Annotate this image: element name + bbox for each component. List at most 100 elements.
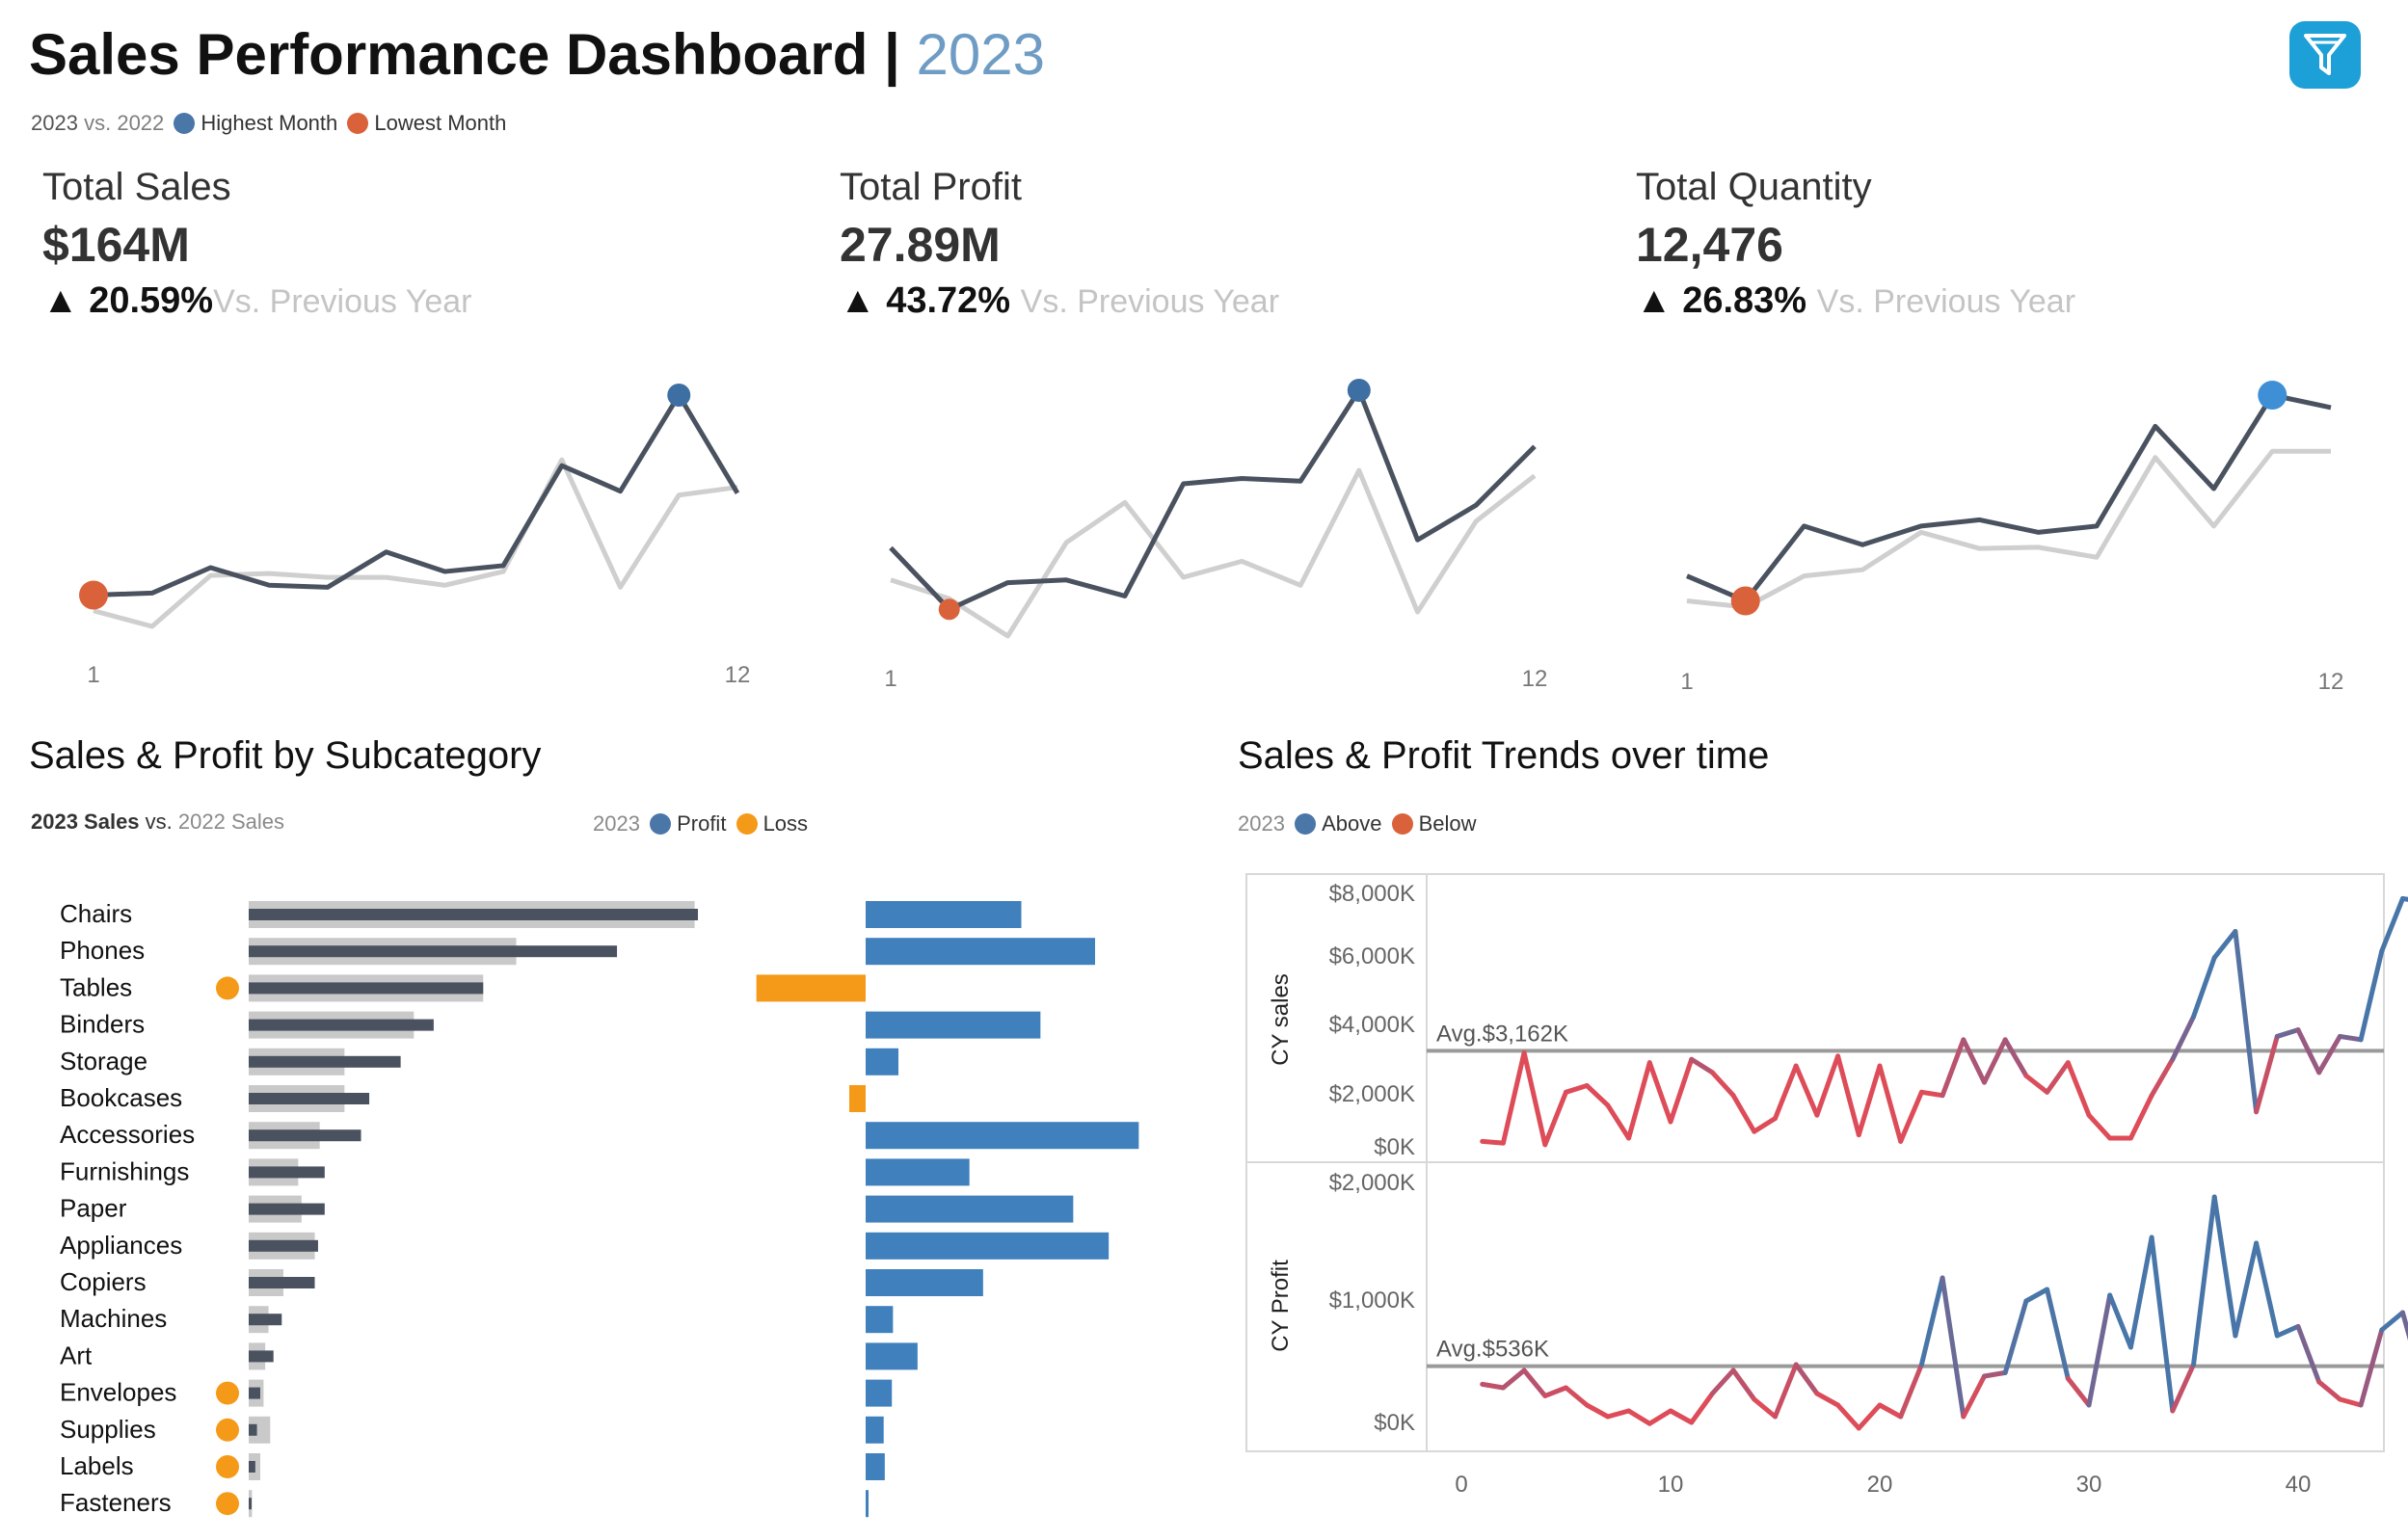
trend-line-segment: [2127, 1235, 2154, 1350]
x-tick-label: 10: [1658, 1472, 1684, 1498]
trend-line-segment: [2065, 1375, 2092, 1408]
x-tick-label: 30: [2076, 1472, 2102, 1498]
trend-line-segment: [1605, 1408, 1632, 1420]
trend-line-segment: [1646, 1060, 1673, 1125]
trend-line-segment: [1730, 1367, 1757, 1402]
trend-line-segment: [1521, 1049, 1548, 1148]
trend-line-segment: [2254, 1240, 2280, 1339]
trend-line-segment: [2127, 1093, 2154, 1141]
trend-line-segment: [1835, 1053, 1861, 1138]
trend-line-segment: [2191, 1194, 2217, 1367]
trend-line-segment: [1940, 1275, 1967, 1420]
trend-line-segment: [1856, 1063, 1883, 1138]
trend-line-segment: [1856, 1402, 1883, 1431]
trend-line-segment: [2023, 1287, 2050, 1304]
trend-line-segment: [1668, 1408, 1695, 1425]
trend-line-segment: [1542, 1385, 1568, 1398]
trend-line-segment: [1480, 1138, 1506, 1146]
trend-line-segment: [1961, 1373, 1987, 1420]
y-tick-label: $8,000K: [1329, 881, 1415, 907]
trend-line-segment: [1773, 1362, 1799, 1420]
trend-line-segment: [1542, 1089, 1568, 1148]
trend-line-segment: [1940, 1037, 1967, 1099]
average-label: Avg.$536K: [1436, 1337, 1549, 1363]
trend-line-segment: [1961, 1037, 1987, 1085]
trend-line-segment: [1982, 1037, 2008, 1085]
trend-line-segment: [1918, 1089, 1945, 1099]
trend-line-segment: [2149, 1056, 2176, 1099]
trend-line-segment: [1898, 1362, 1924, 1420]
trend-line-segment: [2337, 1396, 2364, 1408]
y-tick-label: $1,000K: [1329, 1288, 1415, 1314]
trend-line-segment: [2023, 1073, 2050, 1095]
trend-line-segment: [1709, 1070, 1736, 1099]
trend-line-segment: [2295, 1323, 2322, 1385]
trend-line-segment: [2274, 1323, 2301, 1339]
trend-line-segment: [1584, 1083, 1611, 1108]
trend-line-segment: [1626, 1060, 1652, 1141]
trend-line-segment: [2274, 1027, 2301, 1039]
x-tick-label: 0: [1455, 1472, 1467, 1498]
trend-line-segment: [1500, 1049, 1527, 1146]
trend-line-segment: [1793, 1362, 1820, 1396]
y-axis-label: CY sales: [1268, 973, 1294, 1066]
trend-line-segment: [2086, 1292, 2113, 1408]
trend-line-segment: [1564, 1385, 1590, 1408]
trend-line-segment: [1752, 1396, 1778, 1420]
trend-line-segment: [1709, 1367, 1736, 1396]
trend-line-segment: [2065, 1060, 2092, 1118]
trend-line-segment: [1773, 1063, 1799, 1122]
y-tick-label: $2,000K: [1329, 1170, 1415, 1196]
trend-line-segment: [1730, 1093, 1757, 1134]
trend-line-segment: [2002, 1298, 2029, 1375]
y-tick-label: $4,000K: [1329, 1012, 1415, 1038]
trend-line-segment: [2149, 1235, 2176, 1414]
trend-line-segment: [2002, 1037, 2029, 1078]
cy-sales-panel: $0K $2,000K $4,000K $6,000K $8,000K CY sales A…: [1268, 881, 2408, 1160]
trend-line-segment: [1814, 1053, 1841, 1118]
trend-line-segment: [2379, 895, 2405, 954]
trends-chart: $0K $2,000K $4,000K $6,000K $8,000K CY sales A…: [1245, 873, 2408, 1498]
trend-line-segment: [1480, 1381, 1506, 1391]
trend-line-segment: [2379, 1310, 2405, 1333]
trend-line-segment: [1752, 1116, 1778, 1134]
trend-line-segment: [1835, 1402, 1861, 1431]
trend-line-segment: [1668, 1056, 1695, 1125]
y-tick-label: $6,000K: [1329, 943, 1415, 969]
trend-line-segment: [2045, 1060, 2071, 1095]
trend-line-segment: [2316, 1033, 2342, 1075]
trend-line-segment: [1689, 1056, 1715, 1075]
trend-line-segment: [2254, 1033, 2280, 1115]
x-tick-label: 20: [1867, 1472, 1893, 1498]
trend-line-segment: [1918, 1275, 1945, 1367]
trend-line-segment: [1793, 1063, 1820, 1118]
y-axis-label: CY Profit: [1268, 1260, 1294, 1352]
y-tick-label: $0K: [1374, 1410, 1415, 1436]
trend-line-segment: [2086, 1112, 2113, 1141]
trend-line-segment: [1814, 1391, 1841, 1408]
trend-line-segment: [2170, 1362, 2196, 1414]
y-tick-label: $0K: [1374, 1134, 1415, 1160]
trend-line-segment: [1646, 1408, 1673, 1426]
y-tick-label: $2,000K: [1329, 1081, 1415, 1107]
trend-line-segment: [1521, 1367, 1548, 1398]
trend-line-segment: [2170, 1014, 2196, 1062]
trend-line-segment: [2107, 1292, 2133, 1350]
trend-line-segment: [1877, 1402, 1904, 1420]
trend-line-segment: [2211, 1194, 2238, 1339]
x-tick-label: 40: [2286, 1472, 2312, 1498]
trend-line-segment: [2211, 928, 2238, 961]
trend-line-segment: [2191, 955, 2217, 1020]
trend-line-segment: [1898, 1089, 1924, 1144]
trend-line-segment: [2316, 1379, 2342, 1402]
trend-line-segment: [1564, 1083, 1590, 1095]
trend-line-segment: [2400, 1310, 2408, 1341]
trend-line-segment: [1500, 1367, 1527, 1391]
trend-line-segment: [1605, 1102, 1632, 1141]
trend-line-segment: [2233, 1240, 2260, 1339]
trend-line-segment: [1982, 1369, 2008, 1379]
trend-line-segment: [2358, 948, 2385, 1043]
average-label: Avg.$3,162K: [1436, 1021, 1568, 1047]
trend-line-segment: [1584, 1402, 1611, 1420]
trend-line-segment: [2337, 1033, 2364, 1043]
